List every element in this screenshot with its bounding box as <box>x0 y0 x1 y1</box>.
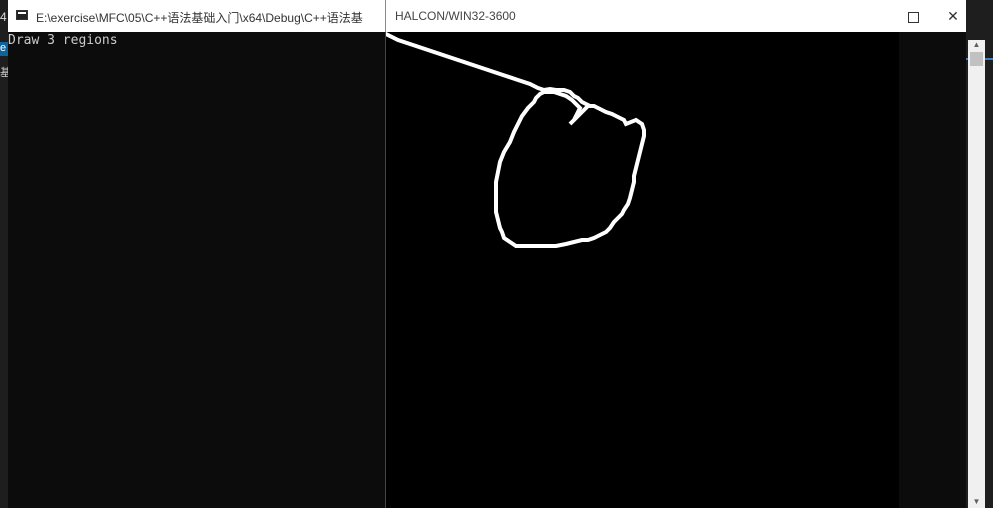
halcon-drawing-canvas[interactable] <box>385 32 899 508</box>
desktop: 4 e 基 lt ▲ ▼ E:\exercise\MFC\05\C++语法基础入… <box>0 0 993 508</box>
background-ide-tab-fragment[interactable]: e <box>0 42 8 56</box>
scroll-up-icon[interactable]: ▲ <box>968 40 985 50</box>
maximize-icon <box>907 11 919 23</box>
console-window-title: E:\exercise\MFC\05\C++语法基础入门\x64\Debug\C… <box>36 11 363 25</box>
close-button[interactable]: ✕ <box>940 0 966 32</box>
background-ide-fragment: 基 <box>0 67 8 79</box>
console-output-text: Draw 3 regions <box>8 33 118 48</box>
drawn-region-contour <box>386 32 646 248</box>
background-ide-fragment: 4 <box>0 10 7 24</box>
halcon-graphics-window: HALCON/WIN32-3600 <box>385 0 899 508</box>
background-ide-left-edge: 4 e 基 <box>0 0 8 508</box>
scroll-down-icon[interactable]: ▼ <box>968 496 985 508</box>
console-app-icon <box>16 10 28 20</box>
close-icon: ✕ <box>947 8 959 24</box>
halcon-window-title: HALCON/WIN32-3600 <box>395 9 516 23</box>
scroll-thumb[interactable] <box>970 52 983 66</box>
vertical-scrollbar[interactable]: ▲ ▼ <box>968 40 985 508</box>
drawn-region-graphic <box>386 32 646 248</box>
halcon-title-bar[interactable]: HALCON/WIN32-3600 <box>385 0 899 32</box>
